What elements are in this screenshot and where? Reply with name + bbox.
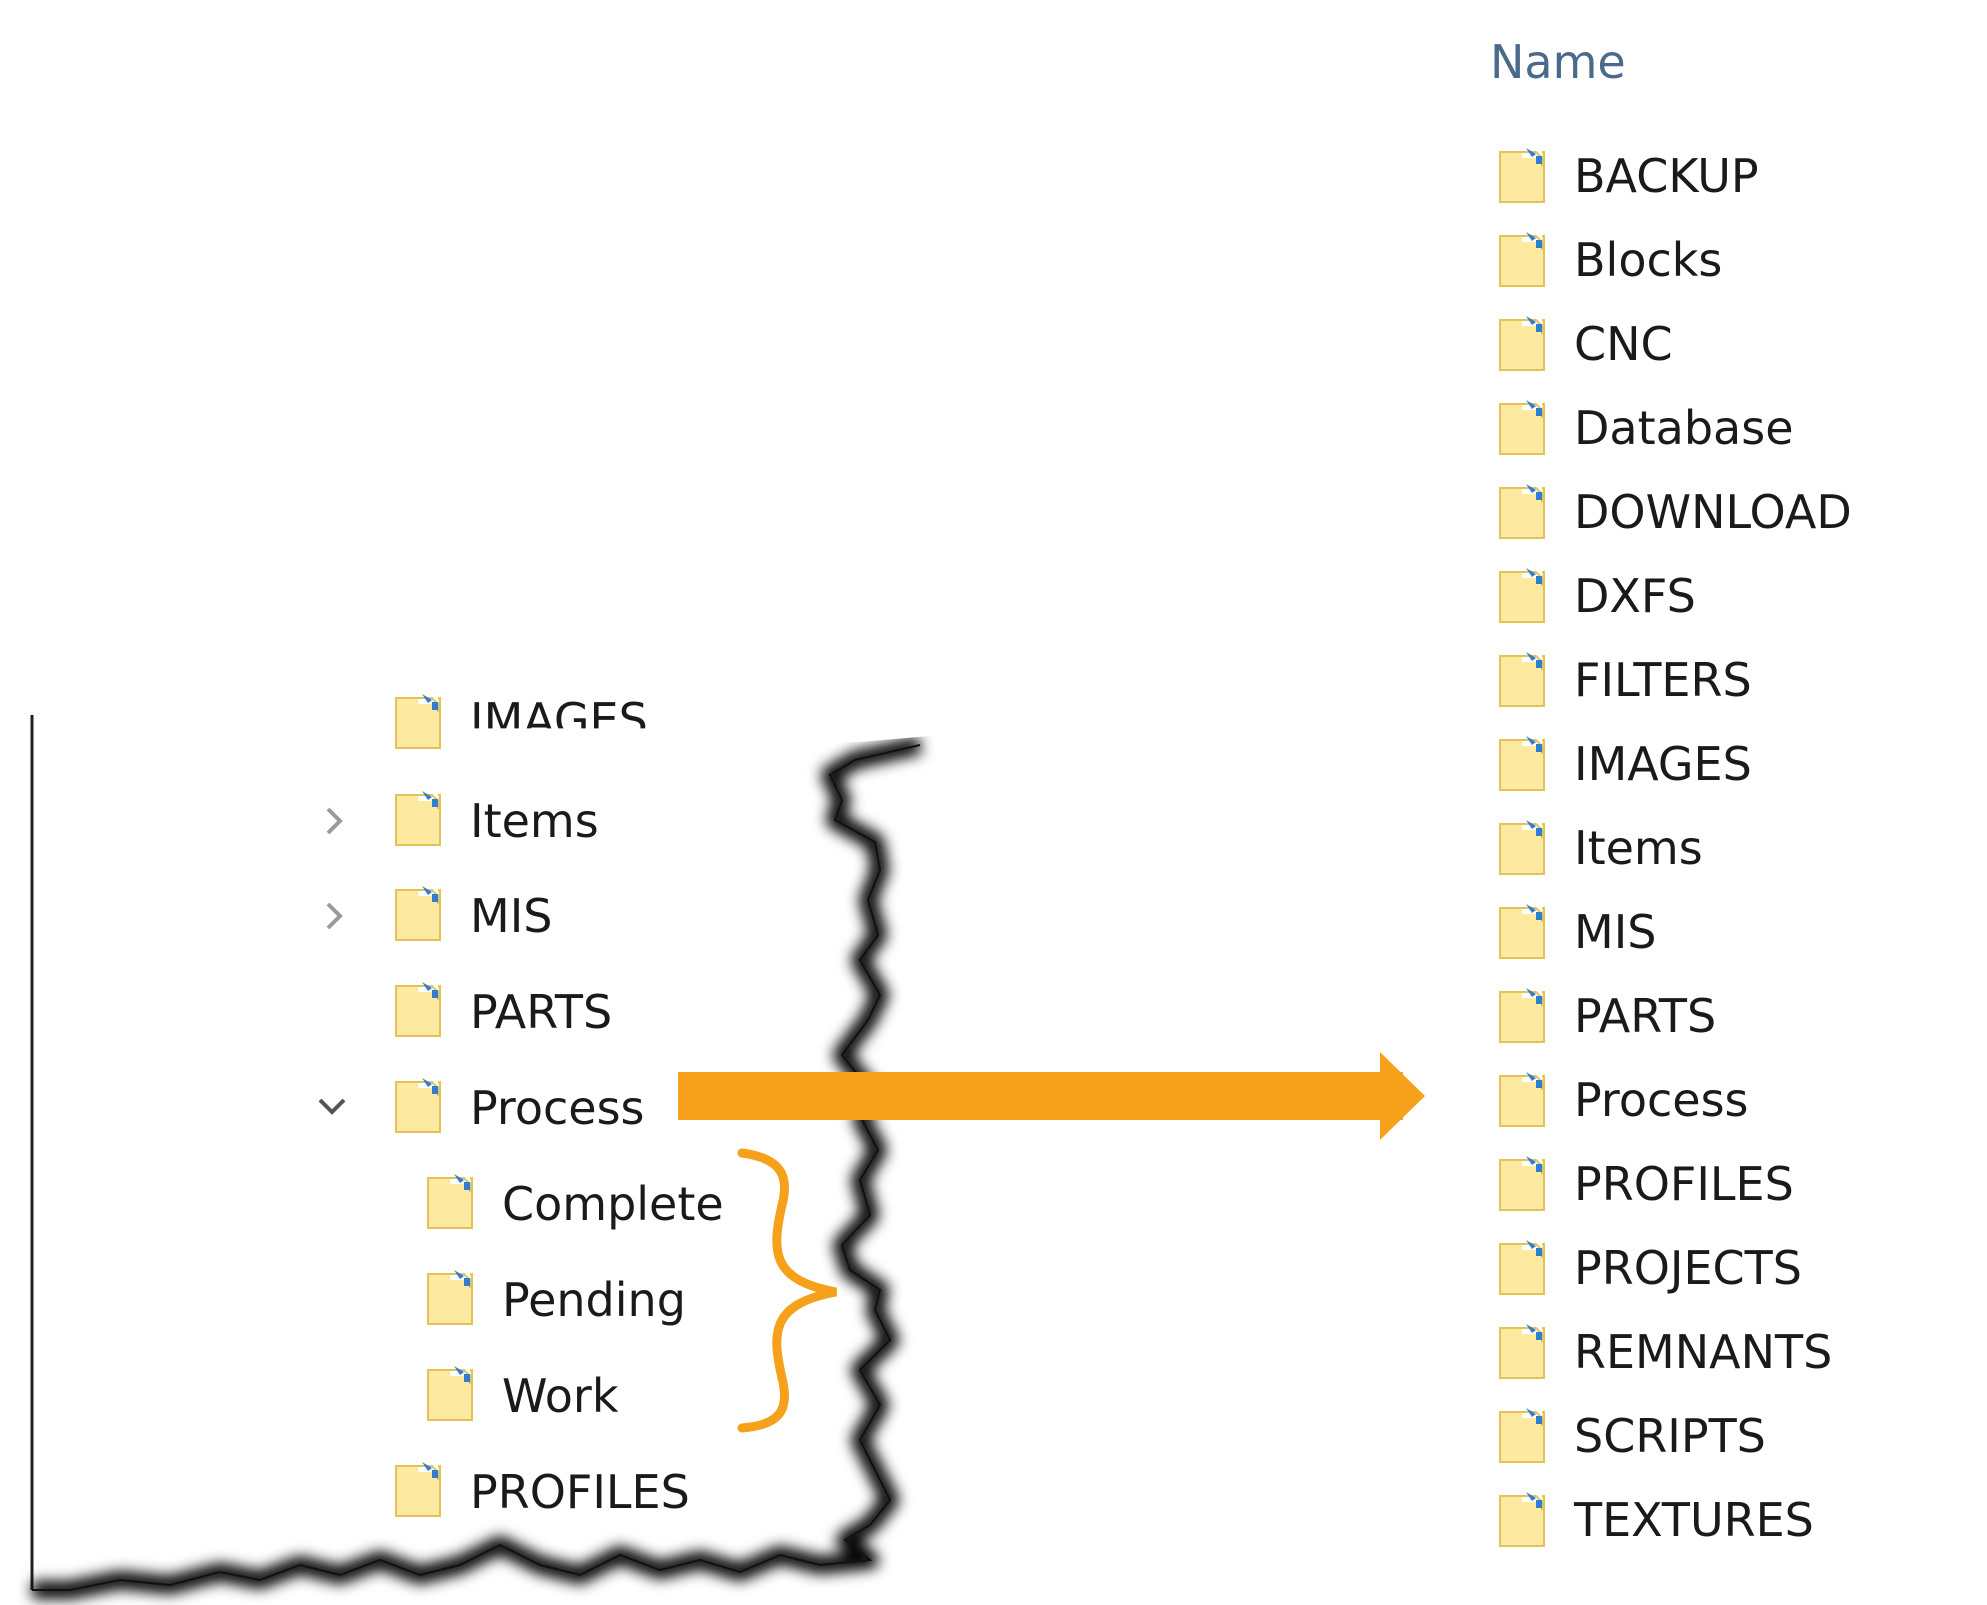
file-list: Name BACKUP Blocks CNC Database DOWNLOAD DXFS… bbox=[1480, 0, 1987, 1605]
folder-icon bbox=[394, 692, 444, 752]
chevron-right-icon[interactable] bbox=[314, 801, 354, 841]
navigation-tree: IMAGES Items MIS PARTS Process Complete … bbox=[0, 0, 940, 1605]
tree-label: Complete bbox=[502, 1177, 724, 1231]
list-item[interactable]: Process bbox=[1498, 1070, 1918, 1134]
tree-item-parts[interactable]: PARTS bbox=[394, 976, 794, 1046]
folder-icon bbox=[394, 789, 444, 849]
list-item[interactable]: REMNANTS bbox=[1498, 1322, 1918, 1386]
tree-label: Pending bbox=[502, 1273, 686, 1327]
folder-icon bbox=[1498, 398, 1548, 458]
list-item-label: Database bbox=[1574, 401, 1794, 455]
folder-icon bbox=[1498, 1238, 1548, 1298]
list-item-label: Blocks bbox=[1574, 233, 1723, 287]
list-item-label: DXFS bbox=[1574, 569, 1696, 623]
folder-icon bbox=[394, 884, 444, 944]
tree-label: Work bbox=[502, 1369, 619, 1423]
tree-label: PROFILES bbox=[470, 1465, 690, 1519]
list-item[interactable]: PROJECTS bbox=[1498, 1238, 1918, 1302]
tree-label: Process bbox=[470, 1081, 645, 1135]
folder-icon bbox=[394, 1076, 444, 1136]
list-item-label: Process bbox=[1574, 1073, 1749, 1127]
folder-icon bbox=[1498, 146, 1548, 206]
folder-icon bbox=[1498, 986, 1548, 1046]
folder-icon bbox=[426, 1364, 476, 1424]
list-item-label: BACKUP bbox=[1574, 149, 1759, 203]
folder-icon bbox=[1498, 314, 1548, 374]
list-item[interactable]: Database bbox=[1498, 398, 1918, 462]
list-item[interactable]: IMAGES bbox=[1498, 734, 1918, 798]
tree-item-pending[interactable]: Pending bbox=[426, 1264, 746, 1334]
folder-icon bbox=[1498, 482, 1548, 542]
list-item-label: Items bbox=[1574, 821, 1703, 875]
list-item[interactable]: Blocks bbox=[1498, 230, 1918, 294]
list-item[interactable]: Items bbox=[1498, 818, 1918, 882]
tree-label: MIS bbox=[470, 889, 553, 943]
list-item[interactable]: PROFILES bbox=[1498, 1154, 1918, 1218]
list-item-label: PARTS bbox=[1574, 989, 1717, 1043]
chevron-right-icon[interactable] bbox=[314, 896, 354, 936]
tree-item-work[interactable]: Work bbox=[426, 1360, 746, 1430]
list-item[interactable]: SCRIPTS bbox=[1498, 1406, 1918, 1470]
folder-icon bbox=[1498, 902, 1548, 962]
folder-icon bbox=[1498, 230, 1548, 290]
folder-icon bbox=[1498, 1490, 1548, 1550]
tree-item-complete[interactable]: Complete bbox=[426, 1168, 746, 1238]
folder-icon bbox=[426, 1172, 476, 1232]
list-item-label: REMNANTS bbox=[1574, 1325, 1833, 1379]
list-item-label: FILTERS bbox=[1574, 653, 1752, 707]
tree-item-process[interactable]: Process bbox=[394, 1072, 654, 1142]
chevron-down-icon[interactable] bbox=[312, 1086, 352, 1126]
tree-label: Items bbox=[470, 794, 599, 848]
tree-item-items[interactable]: Items bbox=[394, 785, 794, 855]
folder-icon bbox=[1498, 818, 1548, 878]
list-item[interactable]: BACKUP bbox=[1498, 146, 1918, 210]
folder-icon bbox=[394, 980, 444, 1040]
list-item[interactable]: MIS bbox=[1498, 902, 1918, 966]
list-item-label: TEXTURES bbox=[1574, 1493, 1814, 1547]
tree-item-partial[interactable]: IMAGES bbox=[394, 690, 694, 750]
list-item-label: CNC bbox=[1574, 317, 1673, 371]
folder-icon bbox=[1498, 734, 1548, 794]
tree-item-mis[interactable]: MIS bbox=[394, 880, 794, 950]
list-item-label: SCRIPTS bbox=[1574, 1409, 1766, 1463]
tree-label: IMAGES bbox=[470, 693, 648, 747]
list-item[interactable]: CNC bbox=[1498, 314, 1918, 378]
column-header-name[interactable]: Name bbox=[1490, 34, 1626, 90]
list-item-label: MIS bbox=[1574, 905, 1657, 959]
folder-icon bbox=[1498, 1070, 1548, 1130]
folder-icon bbox=[1498, 1322, 1548, 1382]
folder-icon bbox=[426, 1268, 476, 1328]
list-item-label: PROFILES bbox=[1574, 1157, 1794, 1211]
folder-icon bbox=[1498, 1406, 1548, 1466]
folder-icon bbox=[1498, 650, 1548, 710]
tree-item-profiles[interactable]: PROFILES bbox=[394, 1456, 794, 1526]
list-item[interactable]: TEXTURES bbox=[1498, 1490, 1918, 1554]
list-item[interactable]: DOWNLOAD bbox=[1498, 482, 1918, 546]
tree-label: PARTS bbox=[470, 985, 613, 1039]
list-item[interactable]: FILTERS bbox=[1498, 650, 1918, 714]
folder-icon bbox=[394, 1460, 444, 1520]
folder-icon bbox=[1498, 1154, 1548, 1214]
list-item-label: PROJECTS bbox=[1574, 1241, 1802, 1295]
list-item-label: DOWNLOAD bbox=[1574, 485, 1852, 539]
list-item-label: IMAGES bbox=[1574, 737, 1752, 791]
list-item[interactable]: DXFS bbox=[1498, 566, 1918, 630]
folder-icon bbox=[1498, 566, 1548, 626]
list-item[interactable]: PARTS bbox=[1498, 986, 1918, 1050]
